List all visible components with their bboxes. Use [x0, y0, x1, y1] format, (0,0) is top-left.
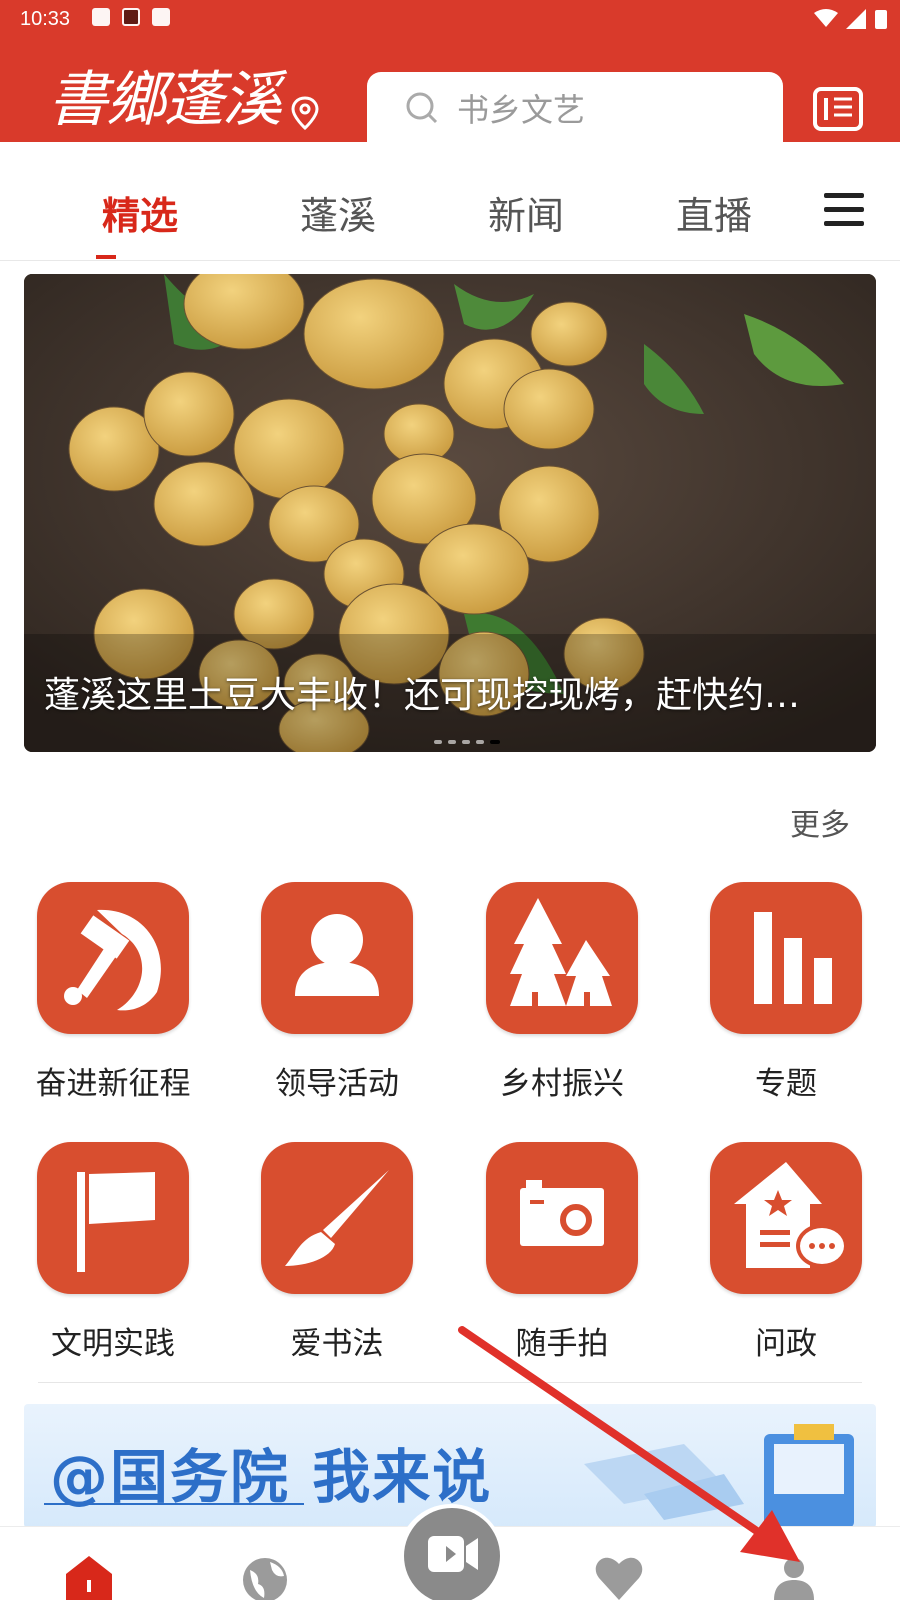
- tab-live[interactable]: 直播: [676, 185, 752, 240]
- grid-item-label: 领导活动: [275, 1066, 399, 1102]
- globe-icon[interactable]: [242, 1556, 288, 1600]
- app-logo: 書鄉蓬溪: [48, 65, 282, 135]
- category-tabs: 精选 蓬溪 新闻 直播: [0, 163, 900, 261]
- grid-item-leader-activities[interactable]: 领导活动: [237, 882, 437, 1103]
- trees-icon: [486, 882, 638, 1034]
- featured-banner[interactable]: 蓬溪这里土豆大丰收！还可现挖现烤，赶快约…: [24, 274, 876, 752]
- menu-icon[interactable]: [824, 193, 864, 235]
- carousel-indicator: [434, 740, 500, 744]
- promo-text: @国务院 我来说: [50, 1443, 493, 1511]
- flag-icon: [37, 1142, 189, 1294]
- person-icon: [261, 882, 413, 1034]
- image-notification-icon: [92, 8, 110, 26]
- grid-item-label: 文明实践: [51, 1326, 175, 1362]
- heart-icon[interactable]: [595, 1556, 643, 1600]
- carousel-dot: [476, 740, 484, 744]
- carousel-dot-active: [490, 740, 500, 744]
- status-time: 10:33: [20, 8, 71, 30]
- wifi-icon: [814, 9, 838, 27]
- grid-item-label: 奋进新征程: [35, 1066, 191, 1102]
- search-placeholder: 书乡文艺: [457, 91, 586, 129]
- location-icon[interactable]: [290, 96, 320, 130]
- brush-icon: [261, 1142, 413, 1294]
- home-icon[interactable]: [66, 1556, 112, 1600]
- section-divider: [38, 1382, 862, 1383]
- video-button[interactable]: [404, 1508, 500, 1600]
- signal-icon: [846, 9, 866, 29]
- grid-item-snapshot[interactable]: 随手拍: [462, 1142, 662, 1363]
- carousel-dot: [434, 740, 442, 744]
- house-chat-icon: [710, 1142, 862, 1294]
- grid-item-label: 乡村振兴: [500, 1066, 624, 1102]
- video-icon: [428, 1536, 478, 1572]
- app-notification-icon: [122, 8, 140, 26]
- status-notification-icons: [92, 8, 170, 26]
- profile-icon[interactable]: [772, 1556, 816, 1600]
- status-system-icons: [814, 8, 888, 30]
- grid-item-label: 爱书法: [290, 1326, 384, 1362]
- carousel-dot: [448, 740, 456, 744]
- tab-news[interactable]: 新闻: [488, 185, 564, 240]
- grid-item-label: 随手拍: [515, 1326, 609, 1362]
- grid-item-inquiry[interactable]: 问政: [686, 1142, 886, 1363]
- hammer-sickle-icon: [37, 882, 189, 1034]
- tab-featured[interactable]: 精选: [102, 185, 178, 240]
- grid-item-label: 专题: [755, 1066, 817, 1102]
- more-link[interactable]: 更多: [790, 800, 850, 844]
- search-input[interactable]: 书乡文艺: [367, 72, 783, 144]
- grid-item-new-journey[interactable]: 奋进新征程: [13, 882, 213, 1103]
- grid-item-rural-revitalization[interactable]: 乡村振兴: [462, 882, 662, 1103]
- newspaper-icon[interactable]: [812, 86, 864, 132]
- banner-caption: 蓬溪这里土豆大丰收！还可现挖现烤，赶快约…: [44, 675, 801, 716]
- search-icon: [406, 92, 438, 124]
- tab-pengxi[interactable]: 蓬溪: [300, 185, 376, 240]
- bar-chart-icon: [710, 882, 862, 1034]
- grid-item-calligraphy[interactable]: 爱书法: [237, 1142, 437, 1363]
- active-tab-indicator: [96, 255, 116, 259]
- carousel-dot: [462, 740, 470, 744]
- grid-item-label: 问政: [755, 1326, 817, 1362]
- grid-item-civilization-practice[interactable]: 文明实践: [13, 1142, 213, 1363]
- camera-icon: [486, 1142, 638, 1294]
- battery-icon: [875, 10, 887, 29]
- grid-item-special-topics[interactable]: 专题: [686, 882, 886, 1103]
- text-notification-icon: [152, 8, 170, 26]
